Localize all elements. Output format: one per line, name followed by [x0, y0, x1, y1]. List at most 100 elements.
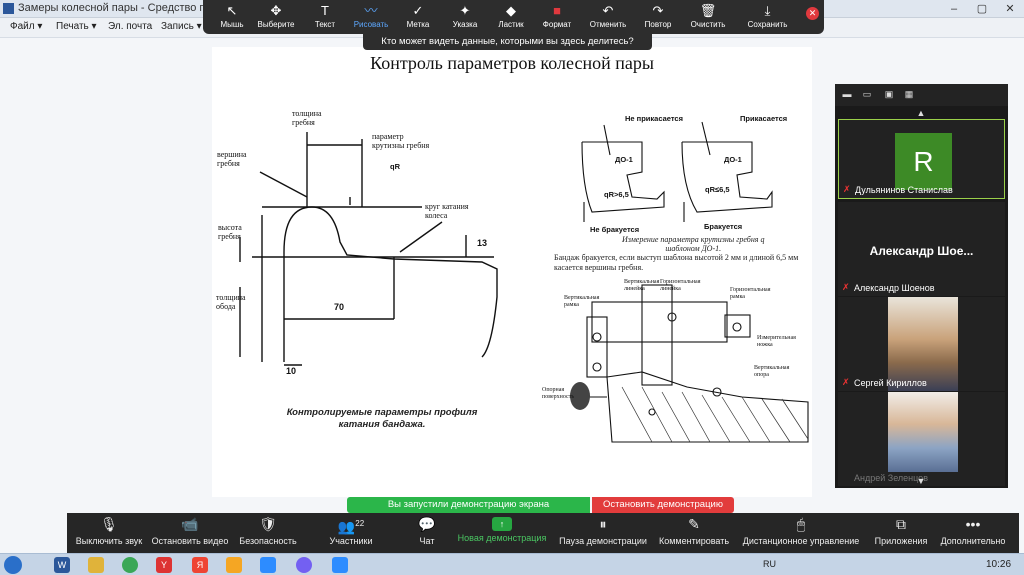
sharing-indicator-text: Вы запустили демонстрацию экрана [387, 499, 550, 510]
viber-icon[interactable] [296, 557, 312, 573]
mouse-icon: ↖ [226, 3, 238, 18]
speaker-view-icon[interactable]: ▭ [861, 89, 873, 99]
annotation-close-icon[interactable]: ✕ [806, 7, 819, 20]
app-icon-orange[interactable] [226, 557, 242, 573]
tool-redo-label: Повтор [644, 20, 672, 29]
tool-mouse[interactable]: ↖ Мышь [207, 0, 257, 34]
more-button[interactable]: ••• Дополнительно [937, 513, 1009, 553]
new-share-button[interactable]: ↑ Новая демонстрация [455, 513, 549, 553]
more-label: Дополнительно [940, 536, 1006, 546]
yandex-browser-icon[interactable]: Y [156, 557, 172, 573]
tool-redo[interactable]: ↷ Повтор [633, 0, 683, 34]
participant-name: Дульянинов Станислав [855, 185, 953, 195]
gallery-view-icon[interactable]: ▦ [903, 89, 915, 99]
windows-taskbar: W Y Я RU 10:26 [0, 553, 1024, 575]
annotate-button[interactable]: ✎ Комментировать [657, 513, 731, 553]
stop-video-button[interactable]: 📹 Остановить видео [151, 513, 229, 553]
zoom-meeting-icon[interactable] [332, 557, 348, 573]
pause-share-label: Пауза демонстрации [559, 536, 647, 546]
label-do1-right: ДО-1 [724, 155, 742, 164]
thumbnail-view-icon[interactable]: ▣ [883, 89, 895, 99]
start-button-icon[interactable] [4, 556, 22, 574]
annotate-label: Комментировать [658, 536, 730, 546]
label-support-surface: Опорная поверхность [542, 387, 575, 400]
participant-tile[interactable]: Александр Шое... ✗ Александр Шоенов [838, 202, 1005, 296]
remote-control-button[interactable]: 🖱 Дистанционное управление [739, 513, 863, 553]
tool-stamp[interactable]: ✓ Метка [393, 0, 443, 34]
mute-label: Выключить звук [75, 536, 143, 546]
tool-spotlight-label: Указка [452, 20, 478, 29]
profile-caption: Контролируемые параметры профиля катания… [286, 407, 478, 430]
mic-muted-icon: ✗ [842, 282, 850, 292]
label-rim-thickness: толщина обода [216, 293, 246, 311]
participant-tile[interactable]: Андрей Зеленцов [838, 392, 1005, 486]
label-steepness: параметр крутизны гребня [372, 132, 430, 150]
participant-name: Сергей Кириллов [854, 378, 927, 388]
new-share-label: Новая демонстрация [457, 533, 547, 543]
tool-undo[interactable]: ↶ Отменить [583, 0, 633, 34]
tool-text[interactable]: T Текст [300, 0, 350, 34]
trash-icon: 🗑 [699, 3, 717, 18]
apps-label: Приложения [874, 536, 928, 546]
participants-label: Участники [329, 536, 373, 546]
sharing-indicator: Вы запустили демонстрацию экрана [347, 497, 590, 513]
tool-spotlight[interactable]: ✦ Указка [440, 0, 490, 34]
mic-muted-icon: ✗ [843, 184, 851, 194]
label-dim-70: 70 [334, 302, 345, 312]
stop-share-button[interactable]: Остановить демонстрацию [592, 497, 734, 513]
zoom-app-icon[interactable] [260, 557, 276, 573]
tool-mouse-label: Мышь [220, 20, 244, 29]
minimize-button[interactable]: – [940, 0, 968, 18]
eraser-icon: ◆ [506, 3, 516, 18]
yandex-icon[interactable]: Я [192, 557, 208, 573]
participant-display-name: Александр Шое... [869, 244, 974, 258]
apps-button[interactable]: ⧉ Приложения [871, 513, 931, 553]
menu-print[interactable]: Печать ▾ [56, 21, 97, 32]
stop-share-text: Остановить демонстрацию [603, 499, 723, 510]
menu-file[interactable]: Файл ▾ [10, 21, 42, 32]
tool-save[interactable]: ⤓ Сохранить [740, 0, 795, 34]
security-label: Безопасность [239, 536, 297, 546]
tool-clear[interactable]: 🗑 Очистить [683, 0, 733, 34]
tool-clear-label: Очистить [690, 20, 726, 29]
maximize-button[interactable]: ▢ [968, 0, 996, 18]
tool-eraser[interactable]: ◆ Ластик [486, 0, 536, 34]
security-button[interactable]: 🛡 Безопасность [235, 513, 301, 553]
share-visibility-tip[interactable]: Кто может видеть данные, которыми вы зде… [363, 34, 652, 50]
label-flange-top: вершина гребня [217, 150, 247, 168]
tool-draw[interactable]: 〰 Рисовать [346, 0, 396, 34]
scroll-down-icon[interactable]: ▼ [915, 476, 927, 486]
language-indicator[interactable]: RU [763, 559, 776, 569]
participants-icon: 👥22 [337, 518, 365, 535]
tool-eraser-label: Ластик [498, 20, 524, 29]
menu-email[interactable]: Эл. почта [108, 21, 152, 32]
tool-format[interactable]: ■ Формат [532, 0, 582, 34]
chat-icon: 💬 [418, 516, 436, 532]
participants-button[interactable]: 👥22 Участники [321, 513, 381, 553]
mute-button[interactable]: 🎙 Выключить звук [69, 513, 149, 553]
participant-name: Александр Шоенов [854, 283, 935, 293]
participant-gallery: ▬ ▭ ▣ ▦ ▲ R ✗ Дульянинов Станислав Алекс… [835, 84, 1008, 488]
chat-button[interactable]: 💬 Чат [409, 513, 445, 553]
share-tip-text: Кто может видеть данные, которыми вы зде… [381, 36, 634, 47]
participant-tile[interactable]: R ✗ Дульянинов Станислав [838, 119, 1005, 199]
minimize-view-icon[interactable]: ▬ [841, 89, 853, 99]
more-icon: ••• [965, 516, 981, 532]
scroll-up-icon[interactable]: ▲ [915, 108, 927, 118]
close-window-button[interactable]: ✕ [996, 0, 1024, 18]
remote-control-label: Дистанционное управление [742, 536, 860, 546]
save-icon: ⤓ [764, 3, 771, 18]
annotation-toolbar: ↖ Мышь ✥ Выберите T Текст 〰 Рисовать ✓ Метка … [203, 0, 824, 34]
mouse-icon: 🖱 [796, 516, 806, 532]
undo-icon: ↶ [602, 3, 614, 18]
tool-select[interactable]: ✥ Выберите [251, 0, 301, 34]
word-app-icon[interactable]: W [54, 557, 70, 573]
explorer-icon[interactable] [88, 557, 104, 573]
menu-record[interactable]: Запись ▾ [161, 21, 202, 32]
system-clock[interactable]: 10:26 [986, 559, 1011, 570]
reject-note: Бандаж бракуется, если выступ шаблона вы… [554, 253, 799, 272]
pause-share-button[interactable]: ⏸ Пауза демонстрации [557, 513, 649, 553]
participant-tile[interactable]: ✗ Сергей Кириллов [838, 297, 1005, 391]
microphone-icon: 🎙 [100, 516, 118, 532]
chrome-icon[interactable] [122, 557, 138, 573]
